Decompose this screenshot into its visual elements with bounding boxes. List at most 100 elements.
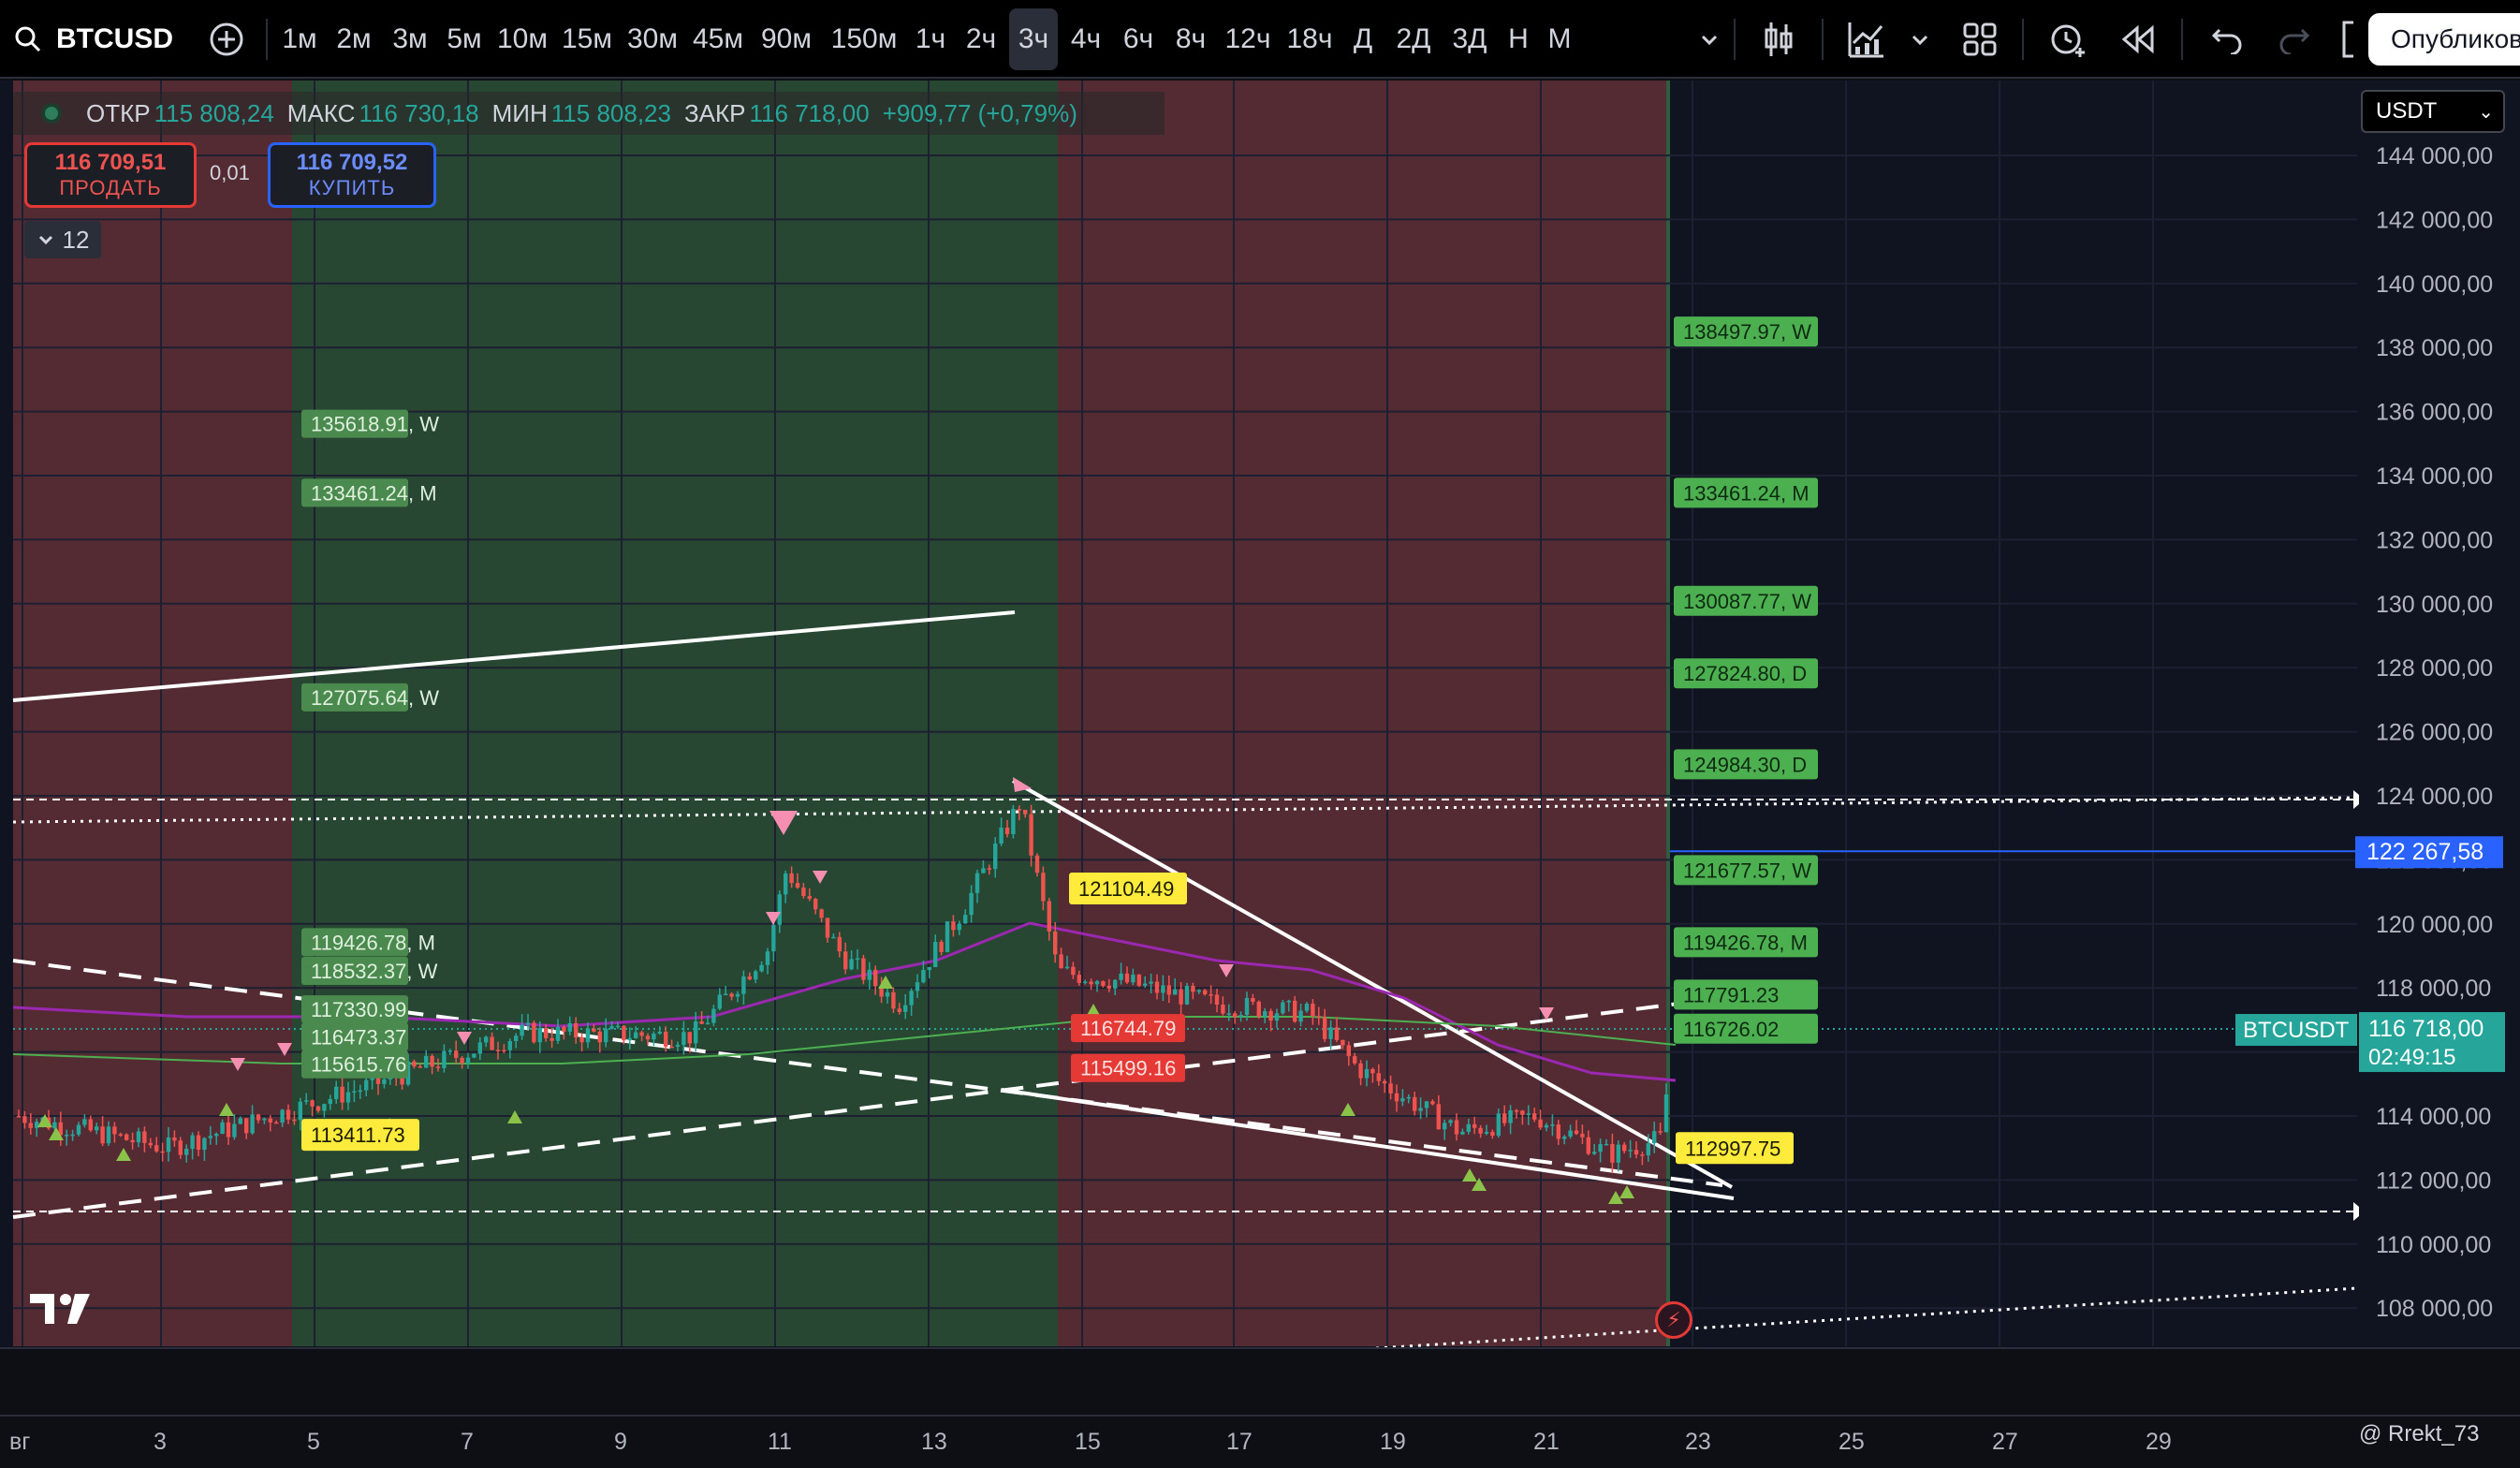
ohlc-legend: ОТКР 115 808,24 МАКС 116 730,18 МИН 115 … [13,92,1165,135]
candle-body [202,1138,207,1151]
indicators-dropdown[interactable] [1904,0,1936,79]
candle-body [304,1100,309,1102]
level-right-8-text: 116726.02 [1683,1018,1779,1041]
redo-button[interactable] [2271,0,2318,79]
lightning-icon[interactable]: ⚡ [1655,1301,1692,1339]
candle-body [1131,975,1135,983]
level-right-7: 117791.23 [1674,979,1818,1010]
timeframe-18[interactable]: Д [1342,0,1384,79]
candle-body [699,1020,704,1024]
chevron-down-icon: ⌄ [2478,101,2494,123]
candle-body [813,899,818,910]
candle-body [1136,975,1141,986]
candle-body [867,969,872,980]
layout-button[interactable] [1956,0,2003,79]
timeframe-3[interactable]: 5м [440,0,489,79]
candle-body [465,1057,471,1064]
toolbar-divider [266,19,268,60]
candle-body [1358,1063,1363,1079]
timeframe-16[interactable]: 12ч [1219,0,1277,79]
timeframe-22[interactable]: М [1541,0,1578,79]
top-toolbar: BTCUSD 1м 2м 3м 5м 10м 15м 30м 45м 90м 150м 1ч 2ч 3ч… [0,0,2520,79]
candle-body [801,888,806,897]
candle-body [567,1022,572,1032]
chart-area[interactable]: 135618.91, W 133461.24, M 127075.64, W 1194… [0,81,2520,1468]
candle-body [849,959,854,970]
candle-body [1580,1134,1585,1138]
symbol-search-button[interactable]: BTCUSD [13,0,191,79]
timeframe-11[interactable]: 2ч [957,0,1005,79]
timeframe-7[interactable]: 45м [687,0,749,79]
timeframe-14[interactable]: 6ч [1114,0,1163,79]
timeframe-4[interactable]: 10м [492,0,552,79]
timeframe-15[interactable]: 8ч [1166,0,1215,79]
timeframe-17[interactable]: 18ч [1281,0,1339,79]
bracket-icon [2342,21,2353,58]
fullscreen-bracket-icon[interactable] [2337,0,2359,79]
candle-body [1598,1144,1603,1152]
candle-body [1143,983,1148,986]
timeframe-10[interactable]: 1ч [908,0,953,79]
timeframe-20[interactable]: 3Д [1443,0,1496,79]
candle-body [334,1086,339,1099]
buy-label: КУПИТЬ [308,176,396,199]
candle-body [1071,966,1076,976]
candle-body [795,883,800,888]
alert-button[interactable] [2044,0,2091,79]
candle-body [1406,1096,1411,1099]
candle-body [310,1100,315,1107]
timeframe-1[interactable]: 2м [328,0,380,79]
undo-button[interactable] [2204,0,2250,79]
candle-body [1209,994,1213,996]
symbol-tag-text: BTCUSDT [2243,1018,2350,1043]
timeframe-12[interactable]: 3ч [1009,8,1058,70]
candles-type-button[interactable] [1756,0,1801,79]
timeframe-19[interactable]: 2Д [1387,0,1440,79]
candle-187 [1136,974,1141,988]
candle-body [981,868,986,873]
candle-body [1274,1013,1280,1021]
toolbar-divider [1822,19,1824,60]
low-label: МИН [491,98,548,127]
market-status-icon [41,103,62,124]
candle-body [675,1045,681,1047]
currency-select[interactable]: USDT ⌄ [2361,90,2505,133]
indicators-button[interactable] [1844,0,1889,79]
candle-body [1448,1120,1453,1123]
timeframe-0[interactable]: 1м [275,0,324,79]
timeframe-8[interactable]: 90м [753,0,820,79]
candle-body [345,1092,351,1103]
timeframe-dropdown[interactable] [1691,0,1728,79]
indicators-collapse-button[interactable]: 12 [24,221,101,258]
time-tick-5: 11 [768,1429,792,1455]
publish-button[interactable]: Опубликов [2368,13,2520,66]
candle-body [1484,1131,1489,1134]
level-left-4-text: 118532.37, W [311,960,438,983]
price-chart[interactable]: 135618.91, W 133461.24, M 127075.64, W 1194… [0,81,2520,1468]
candle-body [1370,1068,1375,1074]
timeframe-2[interactable]: 3м [384,0,436,79]
candle-body [82,1119,87,1125]
buy-button[interactable]: 116 709,52 КУПИТЬ [268,142,436,208]
candle-body [454,1050,459,1058]
timeframe-21[interactable]: Н [1500,0,1537,79]
timeframe-13[interactable]: 4ч [1062,0,1110,79]
sell-button[interactable]: 116 709,51 ПРОДАТЬ [24,142,197,208]
candle-body [1173,989,1178,995]
candle-body [322,1104,327,1111]
candle-body [945,921,950,952]
compare-add-button[interactable] [202,0,251,79]
timeframe-5[interactable]: 15м [556,0,618,79]
replay-button[interactable] [2116,0,2162,79]
timeframe-9[interactable]: 150м [824,0,904,79]
zone-divider [1666,81,1670,1346]
candle-body [1436,1104,1441,1130]
timeframe-6[interactable]: 30м [622,0,683,79]
price-tick-15: 114 000,00 [2376,1104,2491,1130]
candle-body [76,1124,81,1135]
time-tick-4: 9 [614,1429,627,1455]
candle-body [268,1118,272,1123]
time-tick-9: 19 [1380,1429,1406,1455]
level-right-1: 133461.24, M [1674,477,1818,508]
toolbar-divider [2181,19,2183,60]
